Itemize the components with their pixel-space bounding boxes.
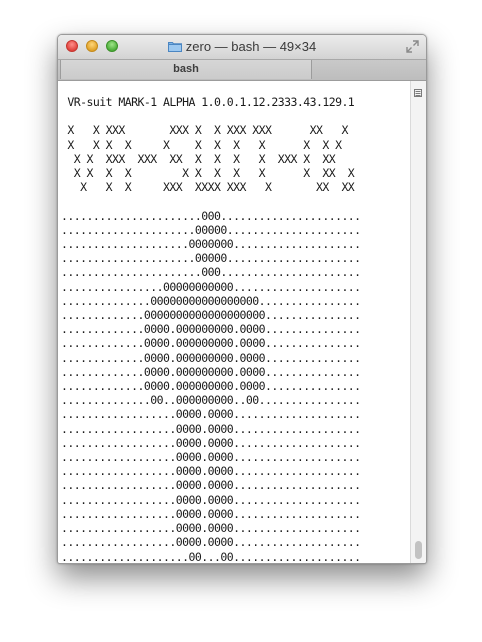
fullscreen-icon[interactable] [406,40,419,53]
terminal-line: X X XXX XXX X X XXX XXX XX X [61,123,348,138]
terminal-line: ..................0000.0000.............… [61,521,361,536]
terminal-line: ................00000000000.............… [61,279,361,294]
terminal-line: .............0000.000000000.0000........… [61,364,361,379]
window-title-container: zero — bash — 49×34 [58,35,426,59]
terminal-line: ..................0000.0000.............… [61,407,361,422]
terminal-line: X X X X X X X X X X XX X [61,166,355,181]
terminal-menu-icon[interactable] [414,84,422,97]
terminal-line: ..................0000.0000.............… [61,450,361,465]
terminal-line: VR-suit MARK-1 ALPHA 1.0.0.1.12.2333.43.… [61,95,355,109]
terminal-line: X X XXX XXX XX X X X X XXX X XX [61,151,336,166]
terminal-line: ....................0000000.............… [61,237,361,252]
terminal-line: .............0000000000000000000........… [61,308,361,323]
terminal-line: ..................0000.0000.............… [61,492,361,507]
tab-bar: bash [58,60,426,81]
terminal-line: ..............00..000000000..00.........… [61,393,361,408]
terminal-line: ..................0000.0000.............… [61,535,361,550]
terminal-line: ..................0000.0000.............… [61,435,361,450]
terminal-line: ....................00...00.............… [61,549,361,564]
terminal-line: .....................00000..............… [61,251,361,266]
terminal-line: ......................000...............… [61,208,361,223]
terminal-line: .............0000.000000000.0000........… [61,379,361,394]
terminal-output[interactable]: VR-suit MARK-1 ALPHA 1.0.0.1.12.2333.43.… [58,81,410,563]
terminal-line: .....................00000..............… [61,222,361,237]
terminal-line: ..................0000.0000.............… [61,421,361,436]
terminal-line: ..................0000.0000.............… [61,506,361,521]
title-bar[interactable]: zero — bash — 49×34 [58,35,426,60]
terminal-window: zero — bash — 49×34 bash VR-suit MARK-1 … [57,34,427,564]
window-title: zero — bash — 49×34 [185,39,317,54]
tab-bash[interactable]: bash [60,60,312,79]
terminal-line: ..................0000.0000.............… [61,478,361,493]
terminal-line: ......................000...............… [61,265,361,280]
scroll-thumb[interactable] [415,541,422,559]
terminal-line: .............0000.000000000.0000........… [61,336,361,351]
vertical-scrollbar[interactable] [410,81,426,563]
terminal-line: .............0000.000000000.0000........… [61,322,361,337]
terminal-line: .............0000.000000000.0000........… [61,350,361,365]
terminal-line: X X X XXX XXXX XXX X XX XX [61,180,355,195]
folder-icon[interactable] [167,41,182,52]
terminal-text: VR-suit MARK-1 ALPHA 1.0.0.1.12.2333.43.… [61,95,361,563]
terminal-line: ..................0000.0000.............… [61,464,361,479]
terminal-line: X X X X X X X X X X X X [61,137,342,152]
terminal-line: ..............00000000000000000.........… [61,293,361,308]
